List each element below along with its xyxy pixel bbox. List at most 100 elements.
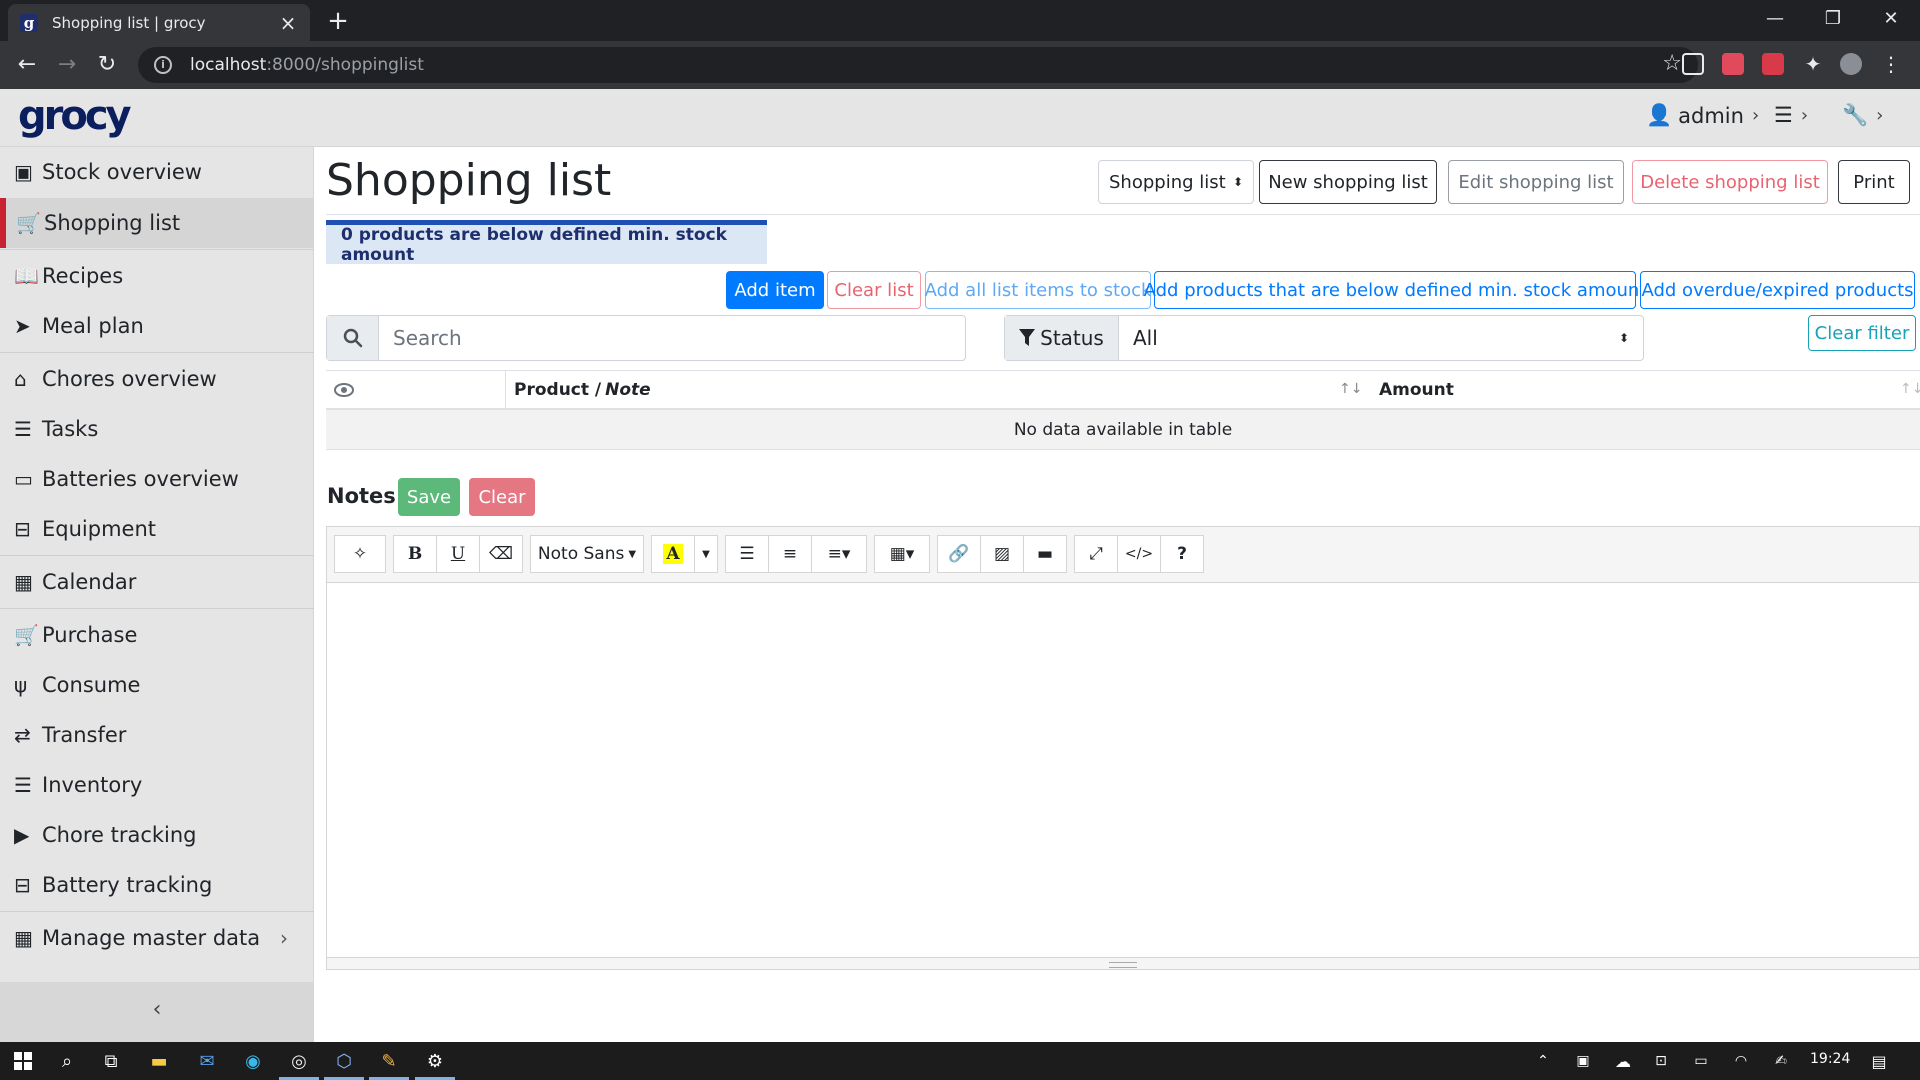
sidebar-item-chores-overview[interactable]: ⌂ Chores overview — [0, 354, 314, 404]
image-icon[interactable]: ▨ — [980, 535, 1024, 573]
sort-icon[interactable]: ↑↓ — [1339, 381, 1362, 397]
underline-icon[interactable]: U — [436, 535, 480, 573]
add-overdue-expired-button[interactable]: Add overdue/expired products — [1640, 271, 1915, 309]
help-icon[interactable]: ? — [1160, 535, 1204, 573]
tools-menu[interactable]: 🔧 › — [1842, 103, 1883, 128]
tray-app-icon[interactable]: ⊡ — [1648, 1048, 1674, 1074]
paragraph-align-icon[interactable]: ≡▾ — [811, 535, 867, 573]
chrome-icon[interactable]: ◎ — [286, 1048, 312, 1074]
add-all-to-stock-button[interactable]: Add all list items to stock — [925, 271, 1151, 309]
below-min-stock-alert[interactable]: 0 products are below defined min. stock … — [326, 220, 767, 265]
browser-tab[interactable]: g Shopping list | grocy × — [8, 4, 310, 41]
add-item-button[interactable]: Add item — [726, 271, 824, 309]
search-input[interactable] — [379, 316, 965, 360]
wrench-icon: 🔧 — [1842, 103, 1869, 127]
extension-icon-1[interactable] — [1682, 53, 1704, 75]
link-icon[interactable]: 🔗 — [937, 535, 981, 573]
mail-icon[interactable]: ✉ — [194, 1048, 220, 1074]
editor-resize-handle[interactable] — [327, 957, 1919, 969]
font-family-select[interactable]: Noto Sans ▼ — [530, 535, 644, 573]
search-icon[interactable]: ⌕ — [54, 1048, 80, 1074]
color-dropdown-icon[interactable]: ▼ — [694, 535, 718, 573]
tray-chevron-icon[interactable]: ⌃ — [1530, 1048, 1556, 1074]
sidebar-item-purchase[interactable]: 🛒 Purchase — [0, 610, 314, 660]
meet-icon[interactable]: ▣ — [1570, 1048, 1596, 1074]
minimize-button[interactable]: — — [1746, 0, 1804, 41]
restore-button[interactable]: ❐ — [1804, 0, 1862, 41]
sidebar-item-equipment[interactable]: ⊟ Equipment — [0, 504, 314, 554]
tool-app-icon[interactable]: ⚙ — [422, 1048, 448, 1074]
tab-title: Shopping list | grocy — [52, 13, 206, 32]
pocket-icon[interactable] — [1762, 53, 1784, 75]
sidebar-item-stock-overview[interactable]: ▣ Stock overview — [0, 147, 314, 197]
sidebar-item-calendar[interactable]: ▦ Calendar — [0, 557, 314, 607]
sidebar-item-inventory[interactable]: ☰ Inventory — [0, 760, 314, 810]
extensions-puzzle-icon[interactable]: ✦ — [1802, 53, 1824, 75]
task-view-icon[interactable]: ⧉ — [98, 1048, 124, 1074]
sidebar-item-manage-master-data[interactable]: ▦ Manage master data › — [0, 913, 314, 963]
numbered-list-icon[interactable]: ≡ — [768, 535, 812, 573]
sidebar-item-recipes[interactable]: 📖 Recipes — [0, 251, 314, 301]
pen-icon[interactable]: ✍ — [1768, 1048, 1794, 1074]
new-tab-button[interactable]: + — [323, 6, 353, 36]
wifi-icon[interactable]: ◠ — [1728, 1048, 1754, 1074]
column-header-product[interactable]: Product / Note — [514, 371, 651, 409]
sidebar-item-consume[interactable]: ψ Consume — [0, 660, 314, 710]
user-menu[interactable]: 👤 admin › — [1646, 103, 1759, 128]
sidebar-item-battery-tracking[interactable]: ⊟ Battery tracking — [0, 860, 314, 910]
site-info-icon[interactable]: i — [154, 56, 172, 74]
status-filter-select[interactable]: All ⬍ — [1119, 316, 1643, 360]
back-arrow-icon[interactable]: ← — [12, 50, 42, 80]
clock[interactable]: 19:24 — [1810, 1051, 1850, 1067]
sidebar-item-tasks[interactable]: ☰ Tasks — [0, 404, 314, 454]
fullscreen-icon[interactable]: ⤢ — [1074, 535, 1118, 573]
editor-app-icon[interactable]: ✎ — [376, 1048, 402, 1074]
forward-arrow-icon[interactable]: → — [52, 50, 82, 80]
sidebar-item-transfer[interactable]: ⇄ Transfer — [0, 710, 314, 760]
extension-icon-2[interactable] — [1722, 53, 1744, 75]
tab-close-icon[interactable]: × — [278, 11, 298, 35]
edge-icon[interactable]: ◉ — [240, 1048, 266, 1074]
shopping-list-select[interactable]: Shopping list ⬍ — [1098, 160, 1254, 204]
cube-app-icon[interactable]: ⬡ — [331, 1048, 357, 1074]
sidebar-item-meal-plan[interactable]: ➤ Meal plan — [0, 301, 314, 351]
windows-start-icon[interactable] — [10, 1048, 36, 1074]
sidebar-item-batteries-overview[interactable]: ▭ Batteries overview — [0, 454, 314, 504]
notifications-icon[interactable]: ▤ — [1866, 1048, 1892, 1074]
sidebar-collapse-button[interactable]: ‹ — [0, 982, 314, 1042]
grocy-logo[interactable]: grocy — [18, 93, 132, 139]
new-shopping-list-button[interactable]: New shopping list — [1259, 160, 1437, 204]
notes-save-button[interactable]: Save — [398, 478, 460, 516]
settings-menu[interactable]: ☰ › — [1774, 103, 1808, 127]
profile-avatar[interactable] — [1840, 53, 1862, 75]
video-icon[interactable]: ▬ — [1023, 535, 1067, 573]
file-explorer-icon[interactable]: ▬ — [146, 1048, 172, 1074]
column-header-amount[interactable]: Amount — [1379, 371, 1454, 409]
delete-shopping-list-button[interactable]: Delete shopping list — [1632, 160, 1828, 204]
browser-menu-icon[interactable]: ⋮ — [1880, 53, 1902, 75]
sidebar-item-shopping-list[interactable]: 🛒 Shopping list — [0, 198, 314, 248]
print-button[interactable]: Print — [1838, 160, 1910, 204]
reload-icon[interactable]: ↻ — [92, 50, 122, 80]
code-view-icon[interactable]: </> — [1117, 535, 1161, 573]
magic-wand-icon[interactable]: ✧ — [334, 535, 386, 573]
clear-list-button[interactable]: Clear list — [827, 271, 921, 309]
address-bar[interactable]: i localhost:8000/shoppinglist ☆ — [138, 47, 1698, 83]
onedrive-icon[interactable]: ☁ — [1610, 1048, 1636, 1074]
bookmark-star-icon[interactable]: ☆ — [1662, 51, 1682, 76]
editor-content-area[interactable] — [327, 584, 1919, 957]
clear-filter-button[interactable]: Clear filter — [1808, 315, 1916, 351]
bulleted-list-icon[interactable]: ☰ — [725, 535, 769, 573]
close-window-button[interactable]: ✕ — [1862, 0, 1920, 41]
table-insert-icon[interactable]: ▦▾ — [874, 535, 930, 573]
column-visibility-icon[interactable] — [326, 371, 506, 409]
sidebar-item-chore-tracking[interactable]: ▶ Chore tracking — [0, 810, 314, 860]
edit-shopping-list-button[interactable]: Edit shopping list — [1448, 160, 1624, 204]
notes-clear-button[interactable]: Clear — [469, 478, 535, 516]
bold-icon[interactable]: B — [393, 535, 437, 573]
battery-icon[interactable]: ▭ — [1688, 1048, 1714, 1074]
sort-icon[interactable]: ↑↓ — [1900, 381, 1920, 397]
add-below-min-stock-button[interactable]: Add products that are below defined min.… — [1144, 271, 1646, 309]
eraser-icon[interactable]: ⌫ — [479, 535, 523, 573]
text-color-icon[interactable]: A — [651, 535, 695, 573]
